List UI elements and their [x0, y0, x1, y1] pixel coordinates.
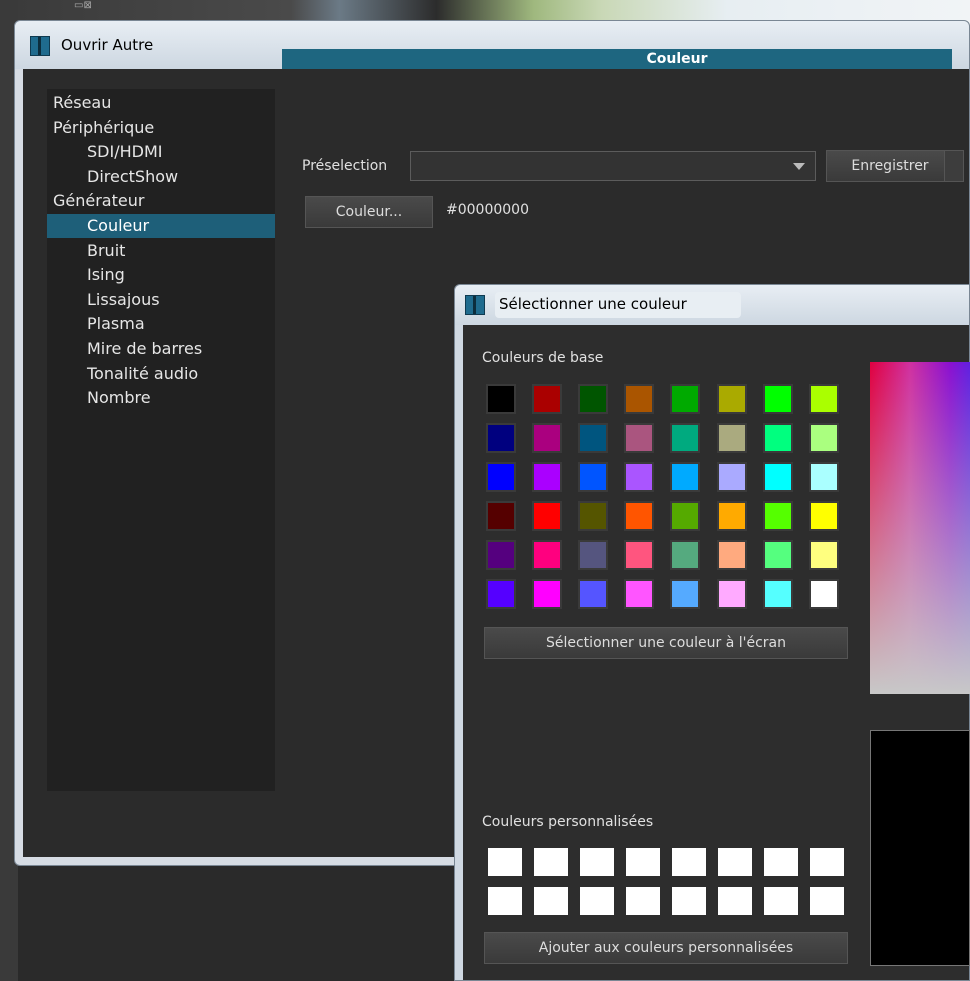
basic-color-swatch[interactable] [624, 384, 655, 414]
basic-color-swatch[interactable] [532, 540, 563, 570]
basic-color-swatch[interactable] [762, 462, 793, 492]
dialog-app-icon [465, 295, 485, 315]
app-icon [30, 36, 50, 56]
basic-color-swatch[interactable] [716, 579, 747, 609]
basic-colors-label: Couleurs de base [482, 350, 604, 366]
basic-color-swatch[interactable] [808, 384, 839, 414]
basic-color-swatch[interactable] [670, 462, 701, 492]
basic-color-swatch[interactable] [578, 540, 609, 570]
pick-screen-color-button[interactable]: Sélectionner une couleur à l'écran [484, 627, 848, 659]
basic-color-swatch[interactable] [624, 579, 655, 609]
basic-color-swatch[interactable] [578, 423, 609, 453]
basic-color-swatch[interactable] [486, 384, 516, 414]
basic-color-swatch[interactable] [808, 540, 839, 570]
basic-color-swatch[interactable] [808, 579, 839, 609]
basic-color-swatch[interactable] [624, 501, 655, 531]
basic-color-swatch[interactable] [486, 501, 516, 531]
color-value: #00000000 [446, 202, 529, 218]
custom-color-swatch[interactable] [580, 887, 614, 915]
tree-item[interactable]: Générateur [53, 189, 144, 213]
basic-color-swatch[interactable] [670, 579, 701, 609]
custom-color-swatch[interactable] [810, 887, 844, 915]
basic-color-swatch[interactable] [670, 423, 701, 453]
add-custom-color-button[interactable]: Ajouter aux couleurs personnalisées [484, 932, 848, 964]
basic-color-swatch[interactable] [762, 540, 793, 570]
preset-combo[interactable] [410, 151, 816, 181]
custom-color-swatch[interactable] [810, 848, 844, 876]
custom-color-swatch[interactable] [672, 848, 706, 876]
color-spectrum-picker[interactable] [870, 362, 970, 694]
basic-color-swatch[interactable] [578, 384, 609, 414]
window-glyph-icon: ▭⊠ [74, 0, 92, 11]
basic-color-swatch[interactable] [670, 540, 701, 570]
basic-color-swatch[interactable] [532, 501, 563, 531]
basic-color-swatch[interactable] [762, 384, 793, 414]
custom-color-swatch[interactable] [672, 887, 706, 915]
basic-color-swatch[interactable] [716, 462, 747, 492]
save-button[interactable]: Enregistrer [826, 150, 954, 182]
custom-color-swatch[interactable] [626, 848, 660, 876]
basic-color-swatch[interactable] [486, 423, 516, 453]
chevron-down-icon [793, 163, 805, 170]
custom-color-swatch[interactable] [718, 848, 752, 876]
basic-color-swatch[interactable] [532, 462, 563, 492]
basic-color-swatch[interactable] [716, 384, 747, 414]
basic-color-swatch[interactable] [624, 462, 655, 492]
custom-color-swatch[interactable] [534, 887, 568, 915]
basic-color-swatch[interactable] [716, 501, 747, 531]
basic-color-swatch[interactable] [578, 462, 609, 492]
basic-color-swatch[interactable] [486, 462, 516, 492]
basic-color-swatch[interactable] [716, 423, 747, 453]
tree-item[interactable]: Périphérique [53, 116, 154, 140]
tree-item[interactable]: SDI/HDMI [87, 140, 162, 164]
basic-color-swatch[interactable] [808, 423, 839, 453]
window-title: Ouvrir Autre [61, 36, 154, 54]
custom-color-swatch[interactable] [488, 848, 522, 876]
dialog-title: Sélectionner une couleur [499, 295, 687, 313]
source-tree: Réseau Périphérique SDI/HDMI DirectShow Géné… [47, 89, 275, 791]
basic-color-swatch[interactable] [762, 579, 793, 609]
tree-item[interactable]: Réseau [53, 91, 111, 115]
basic-color-swatch[interactable] [532, 384, 563, 414]
basic-color-swatch[interactable] [808, 462, 839, 492]
basic-color-swatch[interactable] [532, 423, 563, 453]
custom-color-swatch[interactable] [580, 848, 614, 876]
basic-color-swatch[interactable] [532, 579, 563, 609]
basic-color-swatch[interactable] [670, 501, 701, 531]
panel-header-label: Couleur [646, 51, 708, 67]
tree-item[interactable]: Ising [87, 263, 125, 287]
current-color-preview [870, 730, 970, 966]
basic-color-swatch[interactable] [624, 540, 655, 570]
tree-item[interactable]: Tonalité audio [87, 362, 198, 386]
basic-color-swatch[interactable] [486, 540, 516, 570]
extra-button[interactable] [944, 150, 964, 182]
custom-color-swatch[interactable] [626, 887, 660, 915]
basic-color-swatch[interactable] [578, 579, 609, 609]
tree-item[interactable]: Bruit [87, 239, 125, 263]
dialog-title-bar[interactable]: Sélectionner une couleur [455, 285, 969, 325]
custom-color-swatch[interactable] [718, 887, 752, 915]
custom-color-swatch[interactable] [764, 848, 798, 876]
custom-color-swatch[interactable] [488, 887, 522, 915]
tree-item[interactable]: Couleur [47, 214, 275, 238]
basic-color-swatch[interactable] [578, 501, 609, 531]
custom-color-swatch[interactable] [764, 887, 798, 915]
basic-color-swatch[interactable] [716, 540, 747, 570]
preset-label: Préselection [302, 158, 388, 174]
tree-item[interactable]: Mire de barres [87, 337, 202, 361]
basic-color-swatch[interactable] [808, 501, 839, 531]
tree-item[interactable]: Nombre [87, 386, 151, 410]
basic-color-swatch[interactable] [762, 423, 793, 453]
custom-colors-label: Couleurs personnalisées [482, 814, 654, 830]
tree-item[interactable]: DirectShow [87, 165, 178, 189]
basic-color-swatch[interactable] [624, 423, 655, 453]
basic-color-swatch[interactable] [762, 501, 793, 531]
panel-header: Couleur [282, 49, 952, 69]
custom-color-swatch[interactable] [534, 848, 568, 876]
color-button[interactable]: Couleur... [305, 196, 433, 228]
basic-color-swatch[interactable] [670, 384, 701, 414]
tree-item[interactable]: Lissajous [87, 288, 160, 312]
basic-color-swatch[interactable] [486, 579, 516, 609]
tree-item[interactable]: Plasma [87, 312, 145, 336]
